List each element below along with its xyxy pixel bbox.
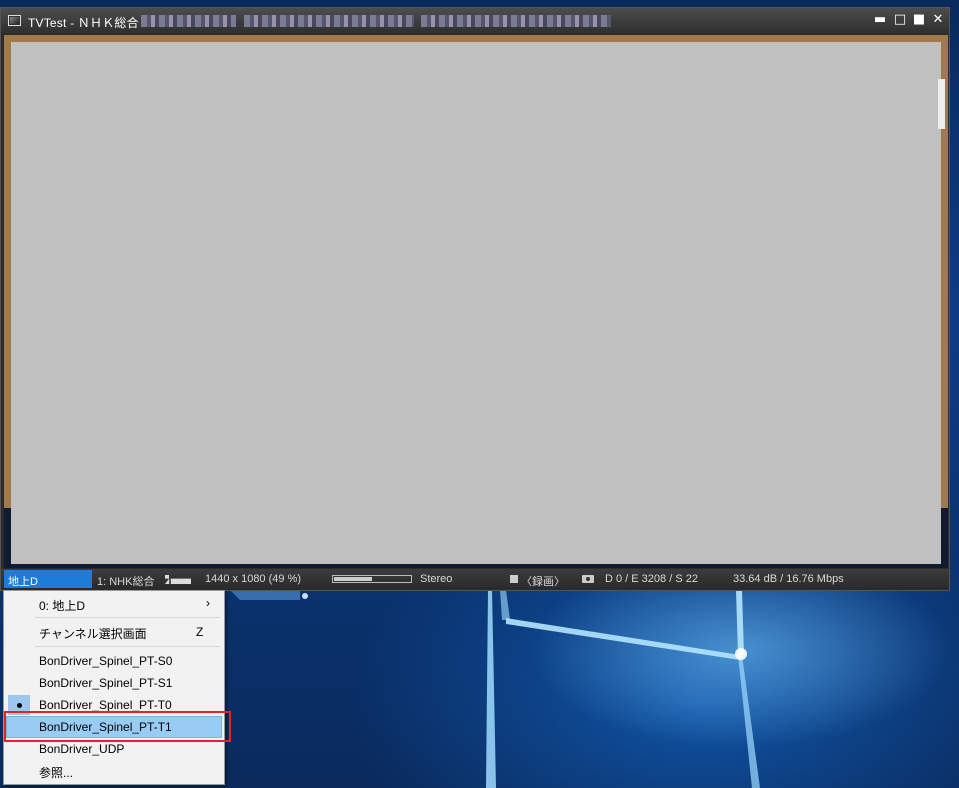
menu-separator: [35, 617, 220, 618]
channel-status[interactable]: 1: NHK総合: [97, 573, 154, 589]
tuner-context-menu: 0: 地上D › チャンネル選択画面 Z BonDriver_Spinel_PT…: [3, 590, 225, 785]
menu-item-label: 参照...: [39, 766, 74, 780]
stop-icon[interactable]: [510, 575, 518, 583]
menu-item-driver-udp[interactable]: BonDriver_UDP: [4, 738, 224, 760]
menu-item-driver-pt-t0[interactable]: BonDriver_Spinel_PT-T0: [4, 694, 224, 716]
menu-item-driver-pt-s0[interactable]: BonDriver_Spinel_PT-S0: [4, 650, 224, 672]
menu-item-label: BonDriver_Spinel_PT-S0: [39, 654, 173, 668]
menu-item-label: 0: 地上D: [39, 599, 86, 613]
side-scroll-thumb[interactable]: [938, 79, 945, 129]
volume-fill: [334, 577, 372, 581]
obscured-title-text: [141, 15, 236, 27]
app-icon[interactable]: [8, 15, 21, 26]
close-icon[interactable]: ✕: [931, 13, 945, 27]
signal-icon: [165, 575, 191, 584]
obscured-title-text: [421, 15, 611, 27]
menu-item-browse[interactable]: 参照...: [4, 760, 224, 782]
menu-item-driver-pt-s1[interactable]: BonDriver_Spinel_PT-S1: [4, 672, 224, 694]
camera-icon[interactable]: [582, 575, 594, 583]
error-stats-status[interactable]: D 0 / E 3208 / S 22: [605, 573, 698, 585]
menu-item-label: BonDriver_Spinel_PT-S1: [39, 676, 173, 690]
video-size-status[interactable]: 1440 x 1080 (49 %): [205, 573, 301, 585]
record-status[interactable]: 〈録画〉: [521, 573, 565, 589]
video-display[interactable]: [11, 42, 941, 564]
chevron-right-icon: ›: [206, 596, 210, 610]
window-title: TVTest - ＮＨＫ総合: [28, 16, 139, 30]
obscured-title-text: [244, 15, 414, 27]
menu-item-tuning-space[interactable]: 0: 地上D ›: [4, 593, 224, 615]
tuner-space-status[interactable]: 地上D: [4, 570, 92, 588]
radio-check-icon: [8, 695, 30, 715]
tvtest-window[interactable]: TVTest - ＮＨＫ総合 ▬ □ ■ ✕ 地上D 1: NHK総合 1440…: [0, 7, 950, 591]
menu-separator: [35, 646, 220, 647]
video-frame: [4, 35, 948, 568]
menu-item-label: BonDriver_Spinel_PT-T0: [39, 698, 172, 712]
menu-item-label: BonDriver_Spinel_PT-T1: [39, 720, 172, 734]
title-bar[interactable]: TVTest - ＮＨＫ総合 ▬ □ ■ ✕: [1, 8, 949, 34]
volume-bar[interactable]: [332, 575, 412, 583]
menu-item-label: BonDriver_UDP: [39, 742, 125, 756]
minimize-icon[interactable]: ▬: [873, 13, 887, 27]
menu-item-accelerator: Z: [196, 625, 204, 639]
maximize-icon[interactable]: □: [893, 13, 907, 27]
menu-item-driver-pt-t1[interactable]: BonDriver_Spinel_PT-T1: [4, 716, 224, 738]
audio-status[interactable]: Stereo: [420, 573, 452, 585]
menu-item-label: チャンネル選択画面: [39, 627, 147, 641]
signal-status[interactable]: 33.64 dB / 16.76 Mbps: [733, 573, 844, 585]
fullscreen-icon[interactable]: ■: [912, 13, 926, 27]
menu-item-channel-select[interactable]: チャンネル選択画面 Z: [4, 621, 224, 643]
status-bar: 地上D 1: NHK総合 1440 x 1080 (49 %) Stereo 〈…: [1, 569, 949, 589]
